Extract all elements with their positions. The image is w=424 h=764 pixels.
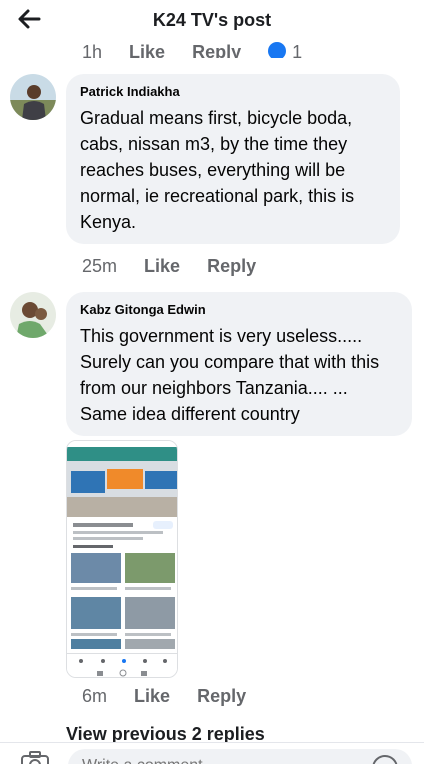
reaction-count: 1: [292, 42, 303, 58]
comment-composer: [0, 742, 424, 764]
comment-author[interactable]: Kabz Gitonga Edwin: [80, 302, 398, 317]
comment-author[interactable]: Patrick Indiakha: [80, 84, 386, 99]
comment-attachment-image[interactable]: [66, 440, 178, 678]
reply-button[interactable]: Reply: [192, 42, 241, 58]
comment-time: 1h: [82, 42, 103, 58]
page-title: K24 TV's post: [152, 10, 272, 30]
comment-time: 6m: [82, 686, 108, 706]
comment-time: 25m: [82, 256, 118, 276]
comment-bubble: Kabz Gitonga Edwin This government is ve…: [66, 292, 412, 436]
comment-bubble: Patrick Indiakha Gradual means first, bi…: [66, 74, 400, 244]
reply-button[interactable]: Reply: [207, 256, 256, 276]
like-reaction-icon: [268, 42, 287, 58]
reply-button[interactable]: Reply: [197, 686, 246, 706]
like-button[interactable]: Like: [129, 42, 165, 58]
comment-text: Gradual means first, bicycle boda, cabs,…: [80, 108, 355, 232]
like-button[interactable]: Like: [134, 686, 170, 706]
like-button[interactable]: Like: [144, 256, 180, 276]
comment-actions: 25m Like Reply: [82, 256, 278, 277]
comment-actions: 6m Like Reply: [82, 686, 268, 707]
avatar[interactable]: [10, 74, 56, 120]
comment-text: This government is very useless..... Sur…: [80, 326, 380, 424]
avatar[interactable]: [10, 292, 56, 338]
camera-icon[interactable]: [20, 751, 50, 764]
top-bar: K24 TV's post: [0, 0, 424, 42]
comment-input[interactable]: [68, 749, 412, 764]
